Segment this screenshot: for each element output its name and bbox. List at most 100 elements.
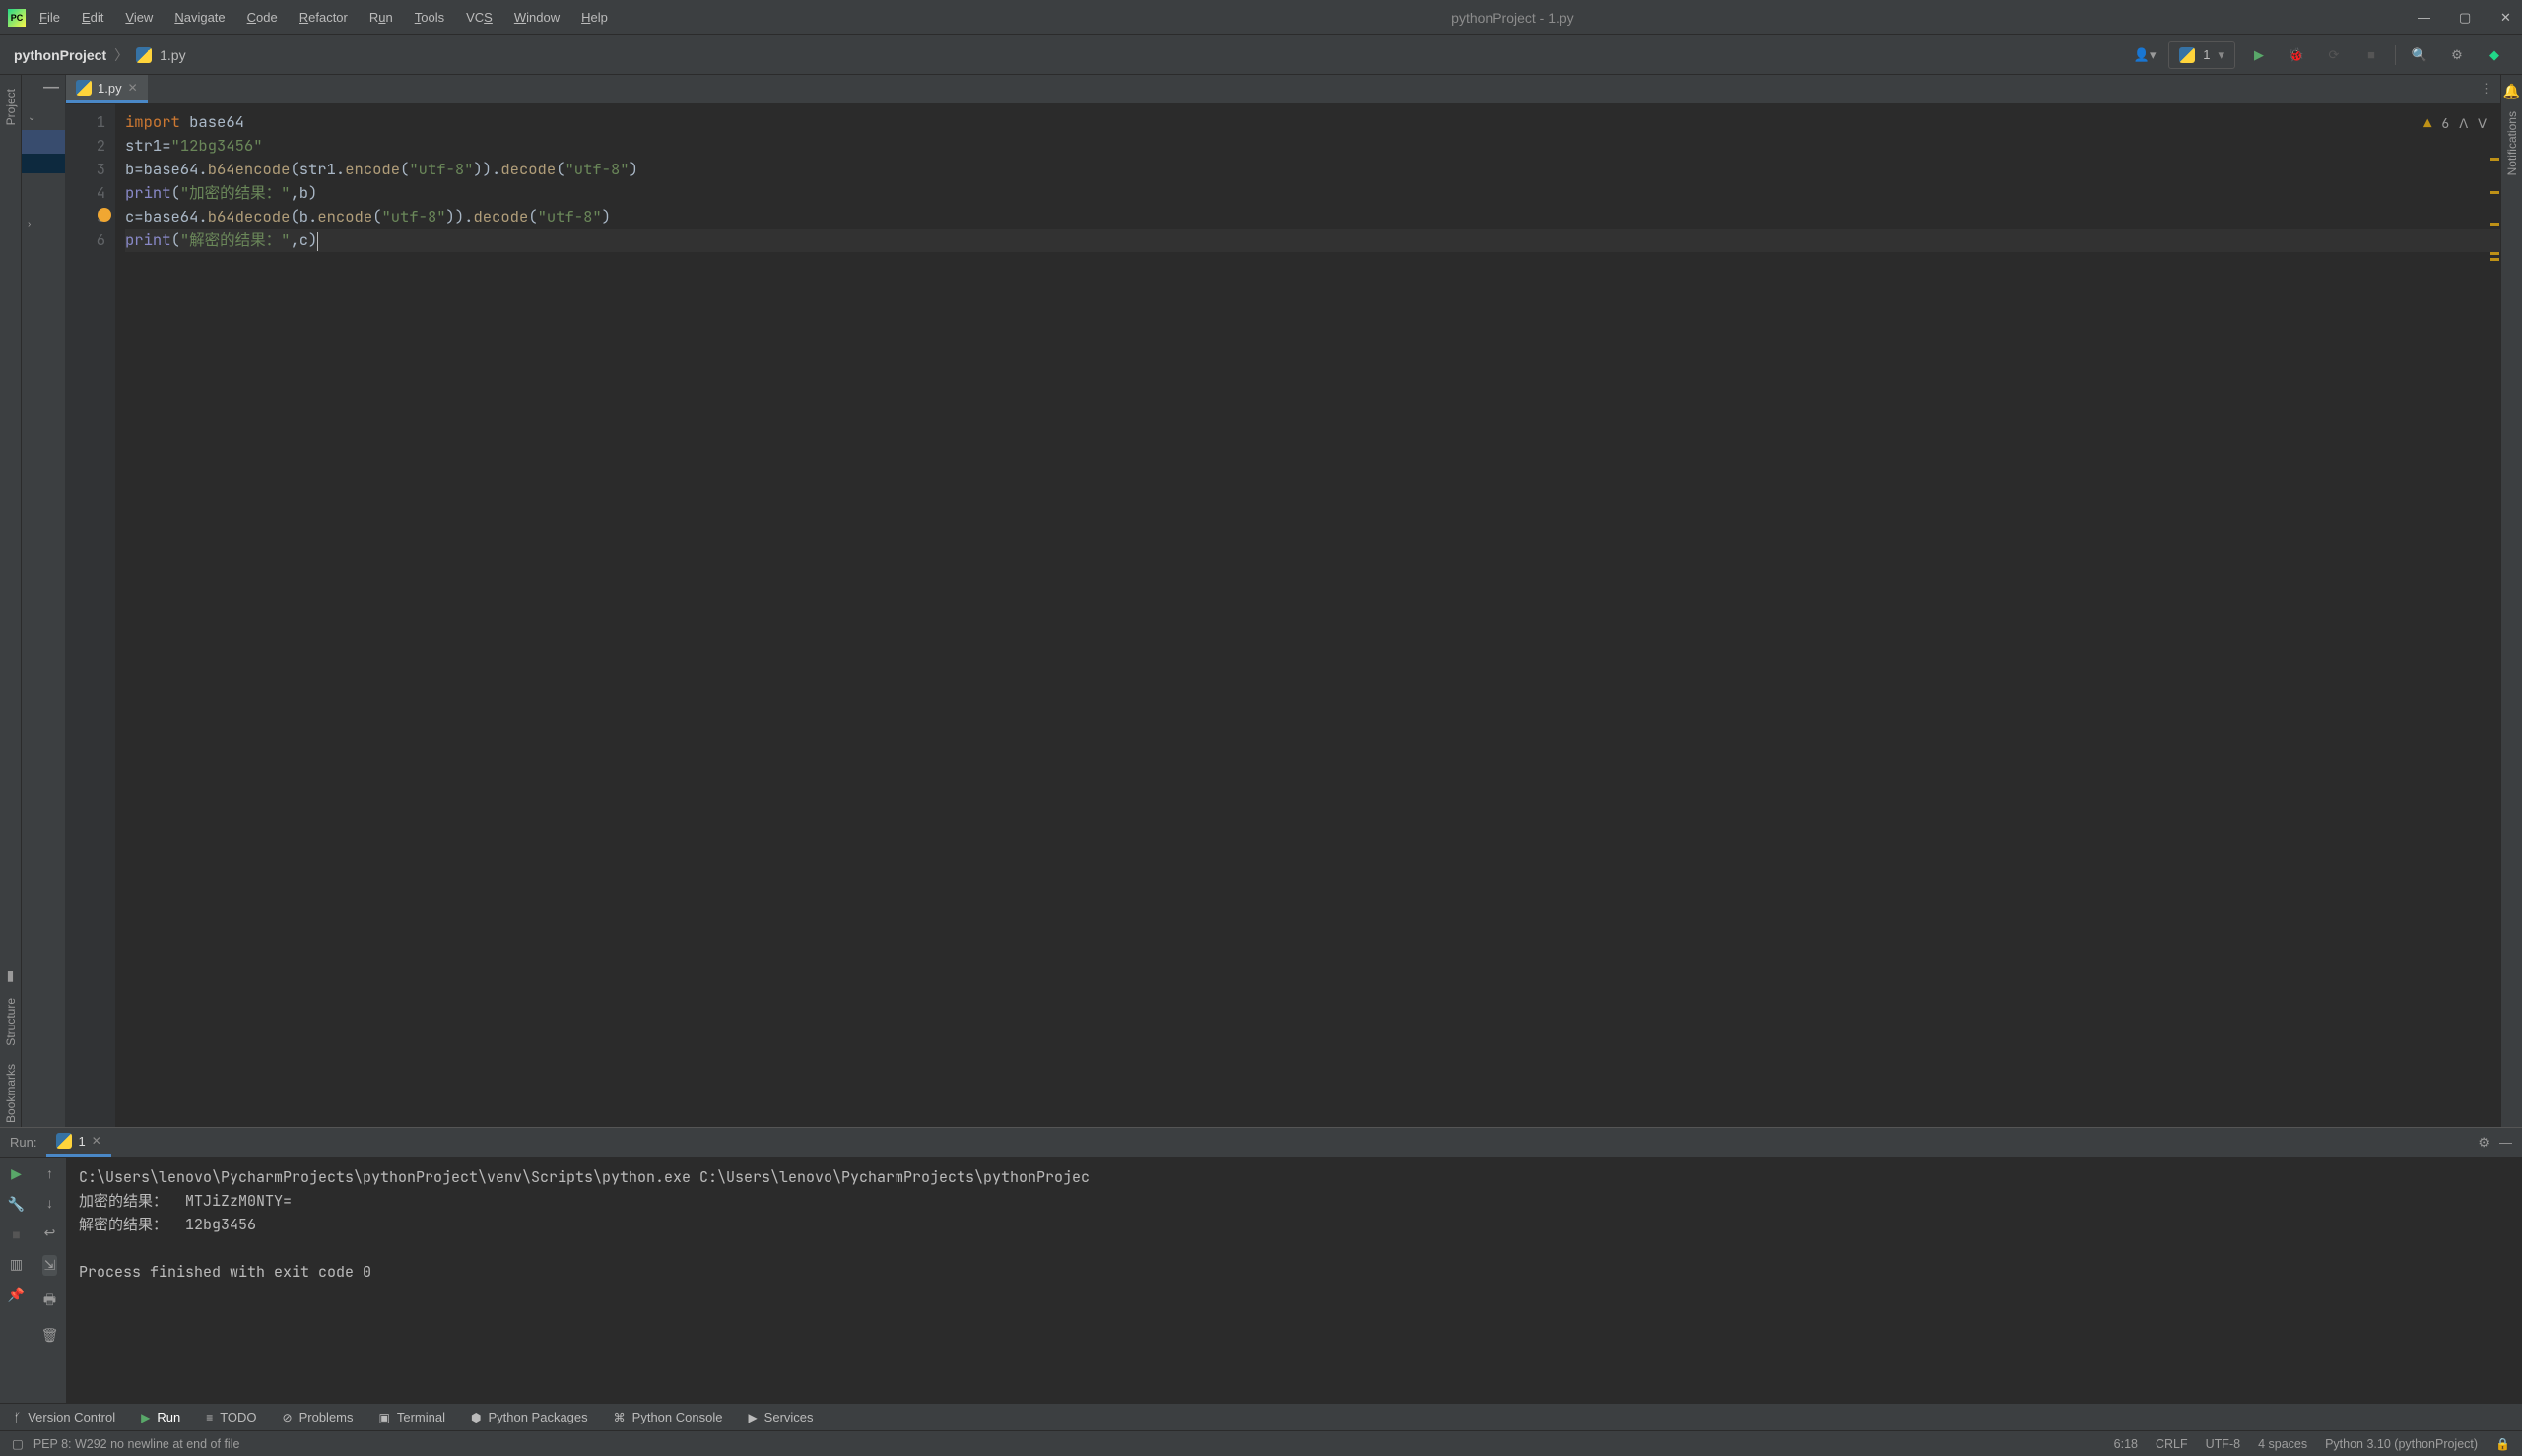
code-with-me-button[interactable]: ◆ [2481,41,2508,69]
search-everywhere-button[interactable]: 🔍 [2406,41,2433,69]
breadcrumb-project[interactable]: pythonProject [14,47,106,63]
services-button[interactable]: ▶Services [748,1410,813,1424]
tree-expand-icon-2[interactable]: › [28,219,31,230]
project-tree-collapsed[interactable]: ― ⌄ › [22,75,66,1127]
tree-highlight [22,154,65,173]
notifications-icon[interactable]: 🔔 [2503,83,2520,99]
up-arrow-icon[interactable]: ↑ [46,1165,53,1181]
run-label: Run: [10,1135,36,1150]
navigation-bar: pythonProject 〉 1.py 👤▾ 1 ▾ ▶ 🐞 ⟳ ■ 🔍 ⚙ … [0,35,2522,75]
title-bar: PC File Edit View Navigate Code Refactor… [0,0,2522,35]
code-line[interactable]: import base64 [125,110,2500,134]
project-tool-button[interactable]: Project [4,85,18,129]
code-editor[interactable]: 123456 import base64str1="12bg3456"b=bas… [66,104,2500,1127]
terminal-button[interactable]: ▣Terminal [379,1410,445,1424]
user-icon[interactable]: 👤▾ [2131,41,2158,69]
run-header: Run: 1 ✕ ⚙ ― [0,1128,2522,1158]
line-separator[interactable]: CRLF [2156,1437,2188,1451]
code-line[interactable]: print("解密的结果：",c) [125,229,2500,252]
editor-tab-1py[interactable]: 1.py ✕ [66,75,148,103]
quick-panel-icon[interactable]: ▢ [12,1436,24,1451]
todo-button[interactable]: ≡TODO [206,1410,256,1424]
menu-navigate[interactable]: Navigate [174,10,225,25]
stripe-mark[interactable] [2490,223,2499,226]
menu-view[interactable]: View [125,10,153,25]
caret-position[interactable]: 6:18 [2114,1437,2138,1451]
stop-run-button[interactable]: ■ [12,1226,20,1242]
close-button[interactable]: ✕ [2500,10,2514,26]
window-title: pythonProject - 1.py [608,10,2418,26]
menu-refactor[interactable]: Refactor [299,10,348,25]
main-area: Project ▮ Structure Bookmarks ― ⌄ › 1.py… [0,75,2522,1127]
stop-button[interactable]: ■ [2357,41,2385,69]
warning-count: 6 [2441,112,2449,136]
inspections-widget[interactable]: ▲ 6 ᐱ ᐯ [2423,112,2487,136]
code-line[interactable]: str1="12bg3456" [125,134,2500,158]
minimize-button[interactable]: ― [2418,10,2431,26]
stripe-mark[interactable] [2490,252,2499,255]
menu-file[interactable]: File [39,10,60,25]
scroll-to-end-icon[interactable]: ⇲ [42,1255,58,1276]
line-number: 3 [66,158,105,181]
toolbar-right: 👤▾ 1 ▾ ▶ 🐞 ⟳ ■ 🔍 ⚙ ◆ [2131,41,2508,69]
intention-bulb-icon[interactable] [98,208,111,222]
soft-wrap-icon[interactable]: ↩ [44,1224,56,1241]
menu-window[interactable]: Window [514,10,560,25]
debug-button[interactable]: 🐞 [2283,41,2310,69]
menu-vcs[interactable]: VCS [466,10,493,25]
code-line[interactable]: c=base64.b64decode(b.encode("utf-8")).de… [125,205,2500,229]
run-settings-icon[interactable]: ⚙ [2478,1135,2489,1151]
bookmarks-tool-button[interactable]: Bookmarks [4,1060,18,1127]
run-button[interactable]: ▶ [2245,41,2273,69]
close-tab-icon[interactable]: ✕ [128,81,138,95]
python-packages-button[interactable]: ⬢Python Packages [471,1410,588,1424]
menu-help[interactable]: Help [581,10,608,25]
menu-tools[interactable]: Tools [415,10,444,25]
down-arrow-icon[interactable]: ↓ [46,1195,53,1211]
wrench-icon[interactable]: 🔧 [8,1196,25,1213]
print-icon[interactable]: 🖶 [43,1290,56,1313]
next-highlight-icon[interactable]: ᐯ [2478,112,2487,136]
rerun-button[interactable]: ▶ [11,1165,22,1182]
file-encoding[interactable]: UTF-8 [2206,1437,2240,1451]
interpreter[interactable]: Python 3.10 (pythonProject) [2325,1437,2478,1451]
run-tool-window: Run: 1 ✕ ⚙ ― ▶ 🔧 ■ ▥ 📌 ↑ ↓ ↩ ⇲ 🖶 🗑 C:\Us… [0,1127,2522,1403]
code-content[interactable]: import base64str1="12bg3456"b=base64.b64… [115,104,2500,1127]
stripe-mark[interactable] [2490,158,2499,161]
stripe-mark[interactable] [2490,258,2499,261]
run-left-toolbar: ▶ 🔧 ■ ▥ 📌 [0,1158,33,1403]
run-tool-button[interactable]: ▶Run [141,1410,180,1424]
code-line[interactable]: b=base64.b64encode(str1.encode("utf-8"))… [125,158,2500,181]
maximize-button[interactable]: ▢ [2459,10,2473,26]
coverage-button[interactable]: ⟳ [2320,41,2348,69]
breadcrumb: pythonProject 〉 1.py [14,45,2131,65]
hide-run-icon[interactable]: ― [2499,1135,2512,1150]
stripe-mark[interactable] [2490,191,2499,194]
notifications-tool-button[interactable]: Notifications [2505,107,2519,179]
close-run-tab-icon[interactable]: ✕ [92,1134,101,1148]
run-config-name: 1 [2203,47,2210,62]
version-control-button[interactable]: ᚶVersion Control [14,1410,115,1424]
collapse-project-button[interactable]: ― [43,79,59,97]
code-line[interactable]: print("加密的结果：",b) [125,181,2500,205]
error-stripe[interactable] [2489,104,2500,1127]
pin-icon[interactable]: 📌 [8,1287,25,1303]
python-console-button[interactable]: ⌘Python Console [614,1410,723,1424]
menu-code[interactable]: Code [247,10,278,25]
run-configuration-selector[interactable]: 1 ▾ [2168,41,2235,69]
lock-icon[interactable]: 🔒 [2495,1437,2510,1451]
structure-tool-button[interactable]: Structure [4,994,18,1050]
tree-expand-icon[interactable]: ⌄ [28,112,35,123]
run-tab[interactable]: 1 ✕ [46,1129,110,1157]
console-output[interactable]: C:\Users\lenovo\PycharmProjects\pythonPr… [67,1158,2522,1403]
menu-edit[interactable]: Edit [82,10,103,25]
menu-run[interactable]: Run [369,10,393,25]
settings-button[interactable]: ⚙ [2443,41,2471,69]
clear-all-icon[interactable]: 🗑 [41,1327,59,1344]
tab-more-icon[interactable]: ⋮ [2480,81,2492,97]
indent-setting[interactable]: 4 spaces [2258,1437,2307,1451]
prev-highlight-icon[interactable]: ᐱ [2459,112,2468,136]
problems-button[interactable]: ⊘Problems [283,1410,354,1424]
breadcrumb-file[interactable]: 1.py [160,47,185,63]
layout-icon[interactable]: ▥ [10,1256,23,1273]
